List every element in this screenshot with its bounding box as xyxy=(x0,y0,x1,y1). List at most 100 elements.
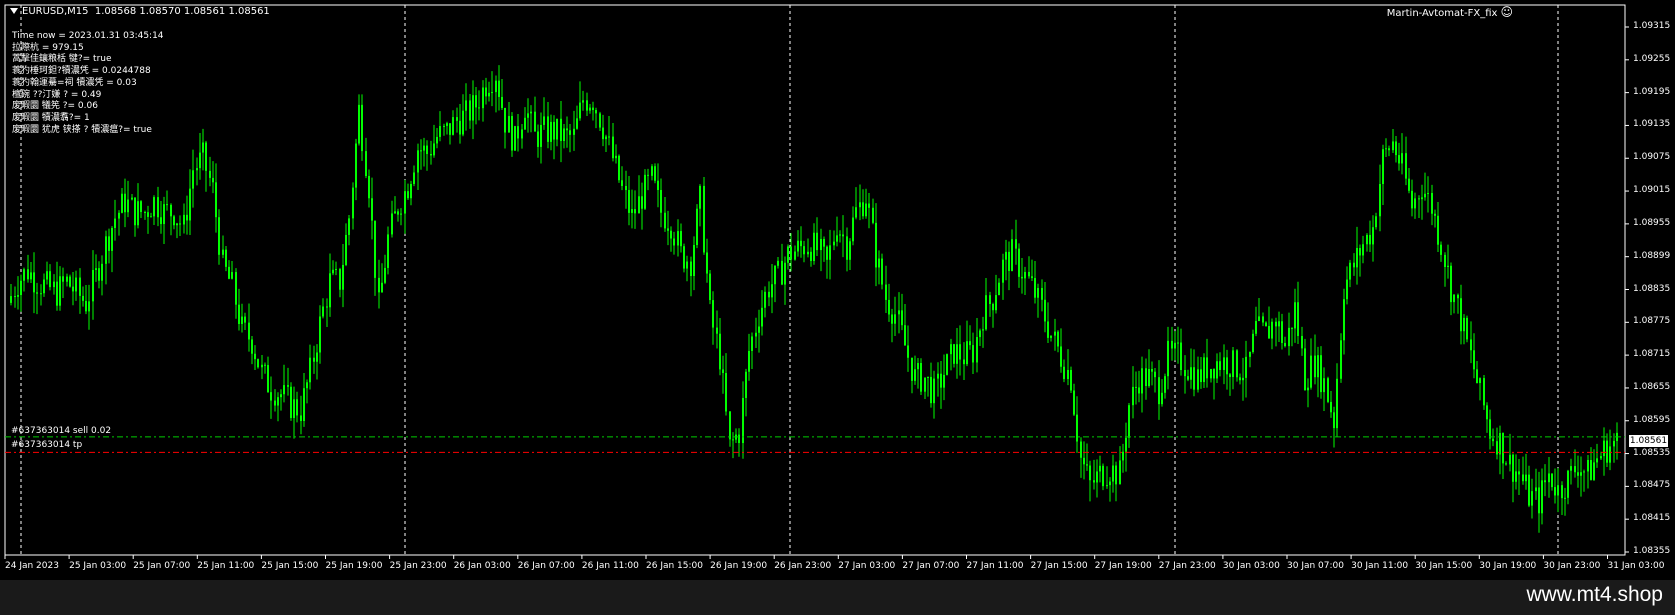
candle-body xyxy=(124,193,126,213)
candle-body xyxy=(937,373,939,379)
candle-body xyxy=(1544,480,1546,483)
candle-body xyxy=(469,100,471,121)
candle-body xyxy=(254,353,256,360)
candle-body xyxy=(118,212,120,219)
candle-body xyxy=(1385,148,1387,150)
price-tick-label: 1.09255 xyxy=(1633,53,1671,64)
candle-body xyxy=(1057,331,1059,347)
candle-body xyxy=(534,111,536,132)
candle-body xyxy=(436,136,438,144)
ohlc-text: 1.08568 1.08570 1.08561 1.08561 xyxy=(94,6,270,17)
candle-body xyxy=(537,131,539,147)
candle-body xyxy=(446,123,448,126)
candle-body xyxy=(1190,367,1192,380)
candle-body xyxy=(943,374,945,388)
candle-body xyxy=(215,182,217,218)
candle-body xyxy=(170,204,172,217)
candle-body xyxy=(59,276,61,306)
candle-body xyxy=(1359,247,1361,256)
candle-body xyxy=(1372,227,1374,245)
chart-window[interactable]: EURUSD,M15 1.08568 1.08570 1.08561 1.085… xyxy=(0,0,1675,580)
candle-body xyxy=(1223,357,1225,370)
candle-body xyxy=(407,191,409,199)
candle-body xyxy=(540,124,542,147)
candle-body xyxy=(1096,471,1098,483)
watermark-url: www.mt4.shop xyxy=(1526,583,1663,606)
candle-body xyxy=(660,190,662,213)
candle-body xyxy=(1434,213,1436,216)
candle-body xyxy=(1398,155,1400,164)
price-tick-label: 1.09015 xyxy=(1633,185,1671,196)
candle-body xyxy=(696,208,698,246)
chart-menu-triangle-icon[interactable] xyxy=(10,8,18,14)
candle-body xyxy=(1366,234,1368,245)
time-tick-label: 25 Jan 23:00 xyxy=(389,561,447,571)
candle-body xyxy=(459,120,461,135)
price-tick-label: 1.09195 xyxy=(1633,86,1671,97)
candle-body xyxy=(680,231,682,247)
candle-body xyxy=(790,246,792,260)
candle-body xyxy=(820,238,822,251)
candle-body xyxy=(634,209,636,214)
candle-body xyxy=(131,197,133,200)
candle-body xyxy=(212,177,214,183)
candle-body xyxy=(1476,369,1478,384)
candle-body xyxy=(693,245,695,276)
candle-body xyxy=(810,251,812,261)
time-tick-label: 27 Jan 03:00 xyxy=(838,561,896,571)
candle-body xyxy=(501,96,503,109)
time-tick-label: 26 Jan 11:00 xyxy=(581,561,639,571)
candle-body xyxy=(621,180,623,186)
candle-body xyxy=(1492,438,1494,442)
candle-body xyxy=(101,263,103,281)
candle-body xyxy=(738,434,740,444)
candle-body xyxy=(49,271,51,288)
candle-body xyxy=(1509,454,1511,465)
candle-body xyxy=(742,397,744,444)
candle-body xyxy=(1054,331,1056,336)
candle-body xyxy=(192,170,194,189)
candle-body xyxy=(553,121,555,140)
candle-body xyxy=(1161,392,1163,405)
candle-body xyxy=(1067,370,1069,380)
candle-body xyxy=(612,136,614,159)
candle-body xyxy=(1132,386,1134,406)
candle-body xyxy=(1551,473,1553,488)
candle-body xyxy=(852,217,854,242)
candle-body xyxy=(719,333,721,370)
candle-body xyxy=(1336,378,1338,429)
candle-body xyxy=(218,217,220,255)
candle-body xyxy=(712,300,714,328)
candle-body xyxy=(911,357,913,381)
candle-body xyxy=(1427,193,1429,195)
candle-body xyxy=(855,207,857,218)
candle-body xyxy=(703,185,705,253)
candle-body xyxy=(397,211,399,215)
candle-body xyxy=(755,332,757,337)
time-tick-label: 26 Jan 07:00 xyxy=(517,561,575,571)
candle-body xyxy=(1122,451,1124,461)
candle-body xyxy=(472,95,474,121)
candle-body xyxy=(378,277,380,293)
candle-body xyxy=(345,234,347,265)
candle-body xyxy=(1606,440,1608,463)
candle-body xyxy=(1171,340,1173,349)
price-tick-label: 1.08955 xyxy=(1633,217,1671,228)
price-tick-label: 1.08655 xyxy=(1633,381,1671,392)
time-tick-label: 27 Jan 07:00 xyxy=(902,561,960,571)
candle-body xyxy=(764,291,766,308)
candle-body xyxy=(1333,412,1335,429)
time-tick-label: 31 Jan 03:00 xyxy=(1607,561,1665,571)
candle-body xyxy=(940,373,942,388)
candle-body xyxy=(628,190,630,213)
candle-body xyxy=(449,123,451,135)
candle-body xyxy=(228,266,230,279)
expert-advisor-label[interactable]: Martin-Avtomat-FX_fix ☺ xyxy=(1387,6,1513,19)
candle-body xyxy=(1154,371,1156,378)
candle-body xyxy=(777,260,779,266)
price-chart[interactable] xyxy=(0,0,1675,580)
candle-body xyxy=(485,87,487,97)
candle-body xyxy=(410,183,412,199)
time-tick-label: 30 Jan 11:00 xyxy=(1351,561,1409,571)
candle-body xyxy=(209,170,211,178)
